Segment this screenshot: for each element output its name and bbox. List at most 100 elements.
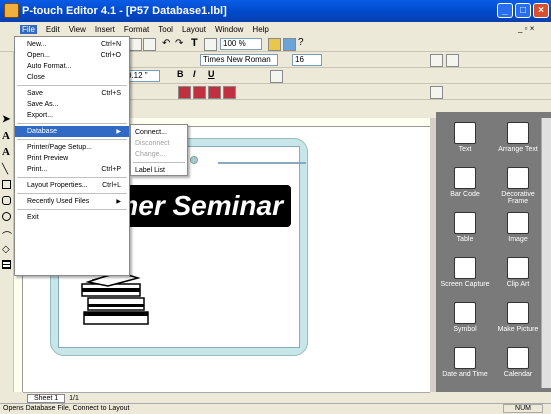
panel-item-label: Calendar [503, 371, 533, 378]
zoom-select[interactable]: 100 % [220, 38, 262, 50]
menu-item-connect[interactable]: Connect... [131, 127, 187, 138]
panel-item-label: Image [508, 236, 528, 243]
sheet-tab[interactable]: Sheet 1 [27, 393, 66, 403]
menu-item-label: Connect... [135, 129, 167, 136]
menu-separator [133, 162, 185, 163]
bold-icon[interactable]: B [177, 69, 184, 79]
menu-item-export[interactable]: Export... [15, 110, 129, 121]
menu-item-open[interactable]: Open... Ctrl+O [15, 50, 129, 61]
menu-window[interactable]: Window [215, 25, 243, 34]
panel-item-arrange-text[interactable]: Arrange Text [492, 122, 544, 153]
align-right-icon[interactable] [208, 86, 221, 99]
object-panel: Text Arrange Text Bar Code Decorative Fr… [436, 112, 551, 392]
table-icon[interactable] [2, 260, 11, 269]
panel-scrollbar[interactable] [541, 118, 551, 388]
polygon-icon[interactable]: ◇ [2, 244, 10, 255]
menu-item-layout-properties[interactable]: Layout Properties... Ctrl+L [15, 180, 129, 191]
frame-icon[interactable] [204, 38, 217, 51]
menu-item-new[interactable]: New... Ctrl+N [15, 39, 129, 50]
select-arrow-icon[interactable]: ➤ [2, 114, 10, 125]
menu-item-save-as[interactable]: Save As... [15, 99, 129, 110]
vertical-text-icon[interactable]: A [2, 146, 10, 158]
menu-help[interactable]: Help [252, 25, 268, 34]
panel-item-image[interactable]: Image [492, 212, 544, 243]
redo-icon[interactable]: ↷ [175, 38, 183, 49]
arc-icon[interactable]: ⌒ [2, 228, 12, 243]
panel-item-symbol[interactable]: Symbol [439, 302, 491, 333]
menu-item-label: Save [27, 90, 43, 97]
menu-item-label-list[interactable]: Label List [131, 165, 187, 176]
menu-item-label: Print... [27, 166, 48, 173]
text-tool-icon[interactable]: T [191, 37, 198, 49]
rounded-rect-icon[interactable] [2, 196, 11, 205]
menu-item-save[interactable]: Save Ctrl+S [15, 88, 129, 99]
menu-tool[interactable]: Tool [158, 25, 173, 34]
submenu-arrow-icon: ▶ [116, 129, 121, 135]
clock-icon [454, 347, 476, 369]
align-left-icon[interactable] [178, 86, 191, 99]
panel-item-screen-capture[interactable]: Screen Capture [439, 257, 491, 288]
status-text: Opens Database File, Connect to Layout [3, 405, 130, 412]
ellipse-icon[interactable] [2, 212, 11, 221]
line-icon[interactable]: ╲ [2, 164, 8, 175]
panel-item-date-time[interactable]: Date and Time [439, 347, 491, 378]
minimize-button[interactable]: _ [497, 3, 513, 18]
menu-edit[interactable]: Edit [46, 25, 60, 34]
status-bar: Opens Database File, Connect to Layout [0, 403, 551, 414]
arrange-text-icon [507, 122, 529, 144]
menu-item-shortcut: Ctrl+O [100, 52, 121, 59]
panel-item-clip-art[interactable]: Clip Art [492, 257, 544, 288]
font-name-select[interactable]: Times New Roman [200, 54, 278, 66]
menu-item-shortcut: Ctrl+L [102, 182, 121, 189]
menu-item-print-preview[interactable]: Print Preview [15, 153, 129, 164]
menu-item-exit[interactable]: Exit [15, 212, 129, 223]
align-center-icon[interactable] [193, 86, 206, 99]
justify-icon[interactable] [223, 86, 236, 99]
menu-insert[interactable]: Insert [95, 25, 115, 34]
font-size-select[interactable]: 16 [292, 54, 322, 66]
panel-item-table[interactable]: Table [439, 212, 491, 243]
sort-icon[interactable] [446, 54, 459, 67]
panel-item-label: Table [456, 236, 474, 243]
underline-icon[interactable]: U [208, 69, 215, 79]
menu-item-label: Auto Format... [27, 63, 72, 70]
menu-item-label: Exit [27, 214, 39, 221]
menu-item-change: Change... [131, 149, 187, 160]
maximize-button[interactable]: □ [515, 3, 531, 18]
paste-icon[interactable] [143, 38, 156, 51]
menu-view[interactable]: View [69, 25, 86, 34]
close-button[interactable]: × [533, 3, 549, 18]
undo-icon[interactable]: ↶ [162, 38, 170, 49]
menu-item-print[interactable]: Print... Ctrl+P [15, 164, 129, 175]
menu-item-database[interactable]: Database ▶ [15, 126, 129, 137]
menu-format[interactable]: Format [124, 25, 149, 34]
menu-item-recent-files[interactable]: Recently Used Files ▶ [15, 196, 129, 207]
menu-item-close[interactable]: Close [15, 72, 129, 83]
panel-item-decorative-frame[interactable]: Decorative Frame [492, 167, 544, 205]
page-indicator: 1/1 [69, 394, 79, 402]
print-icon[interactable] [268, 38, 281, 51]
panel-item-barcode[interactable]: Bar Code [439, 167, 491, 198]
copy-icon[interactable] [129, 38, 142, 51]
books-clipart-icon[interactable] [78, 268, 158, 328]
panel-item-make-picture[interactable]: Make Picture [492, 302, 544, 333]
shadow-icon[interactable] [270, 70, 283, 83]
layout-icon[interactable] [430, 86, 443, 99]
menu-layout[interactable]: Layout [182, 25, 206, 34]
menu-item-label: Database [27, 128, 57, 135]
fit-icon[interactable] [430, 54, 443, 67]
panel-item-calendar[interactable]: Calendar [492, 347, 544, 378]
italic-icon[interactable]: I [193, 69, 196, 79]
menu-item-printer-setup[interactable]: Printer/Page Setup... [15, 142, 129, 153]
panel-item-text[interactable]: Text [439, 122, 491, 153]
menu-item-auto-format[interactable]: Auto Format... [15, 61, 129, 72]
menu-item-label: New... [27, 41, 47, 48]
rectangle-icon[interactable] [2, 180, 11, 189]
menu-file[interactable]: File [20, 24, 37, 34]
menu-item-shortcut: Ctrl+P [101, 166, 121, 173]
text-icon[interactable]: A [2, 130, 10, 142]
mdi-controls[interactable]: _ ▫ × [518, 24, 534, 33]
menu-item-label: Save As... [27, 101, 59, 108]
transfer-icon[interactable] [283, 38, 296, 51]
help-icon[interactable]: ? [298, 37, 304, 48]
